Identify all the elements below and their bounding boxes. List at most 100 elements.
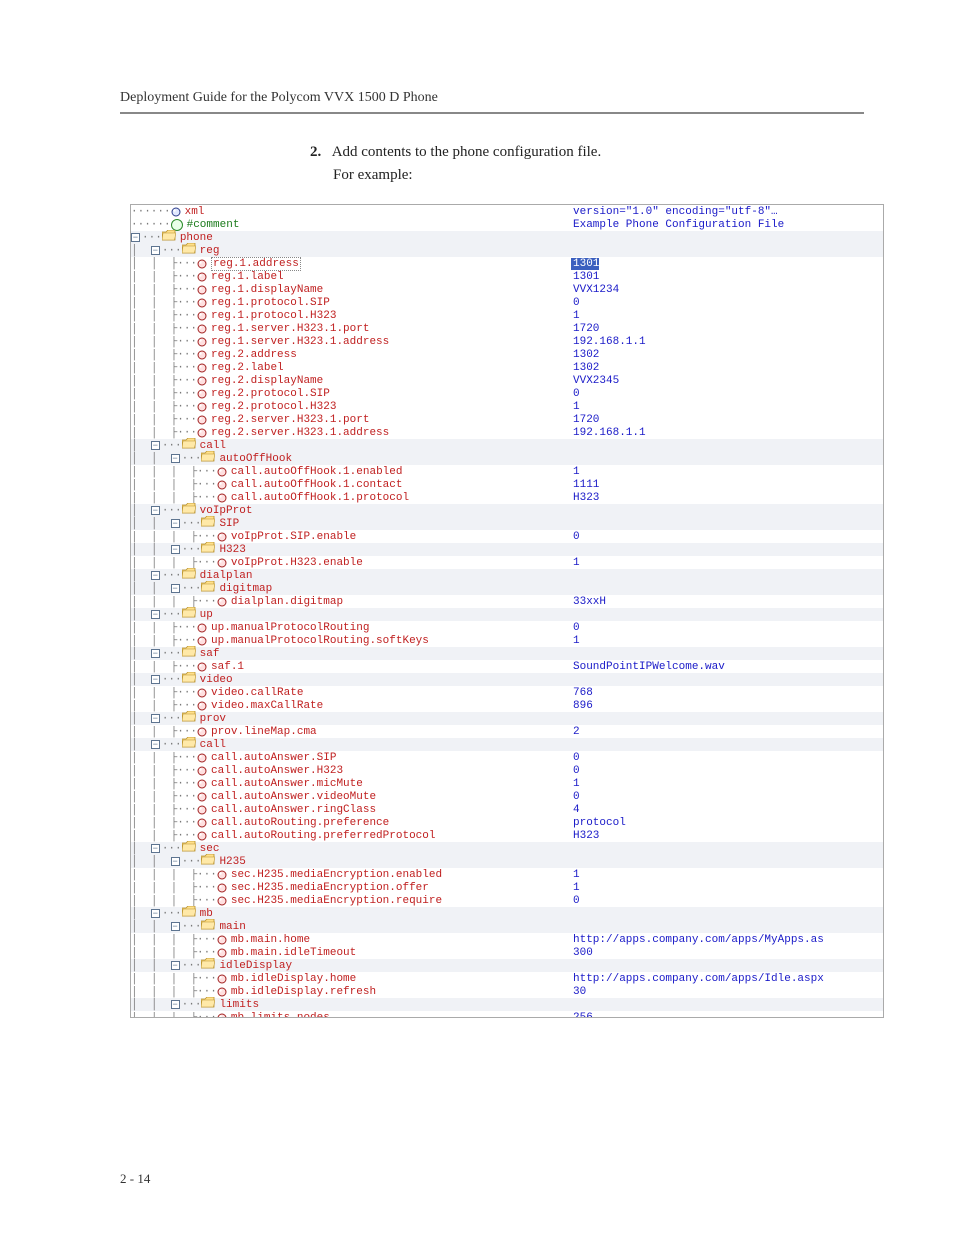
- tree-row[interactable]: │ │ ├···call.autoAnswer.H3230: [131, 764, 883, 777]
- tree-row[interactable]: │ │ │ ├···mb.main.homehttp://apps.compan…: [131, 933, 883, 946]
- tree-label: #comment: [187, 219, 240, 231]
- collapse-toggle-icon[interactable]: −: [151, 909, 160, 918]
- example-text: For example:: [333, 167, 864, 184]
- tree-row[interactable]: │ │ │ ├···call.autoOffHook.1.contact1111: [131, 478, 883, 491]
- collapse-toggle-icon[interactable]: −: [151, 441, 160, 450]
- tree-row[interactable]: │ │ ├···reg.2.server.H323.1.port1720: [131, 413, 883, 426]
- collapse-toggle-icon[interactable]: −: [151, 571, 160, 580]
- attribute-icon: [217, 935, 227, 945]
- tree-row[interactable]: │ │ ├···reg.2.label1302: [131, 361, 883, 374]
- tree-row[interactable]: │ −···prov: [131, 712, 883, 725]
- xml-decl-icon: [171, 207, 181, 217]
- tree-value: 30: [571, 986, 586, 998]
- attribute-icon: [197, 428, 207, 438]
- tree-row[interactable]: │ │ −···H323: [131, 543, 883, 556]
- collapse-toggle-icon[interactable]: −: [151, 506, 160, 515]
- tree-row[interactable]: │ │ ├···reg.2.protocol.SIP0: [131, 387, 883, 400]
- folder-icon: [201, 451, 215, 466]
- tree-row[interactable]: ······xmlversion="1.0" encoding="utf-8"…: [131, 205, 883, 218]
- tree-row[interactable]: │ │ ├···reg.1.address1301: [131, 257, 883, 270]
- attribute-icon: [197, 623, 207, 633]
- tree-row[interactable]: │ │ ├···call.autoAnswer.SIP0: [131, 751, 883, 764]
- tree-row[interactable]: │ │ ├···reg.1.protocol.H3231: [131, 309, 883, 322]
- collapse-toggle-icon[interactable]: −: [171, 857, 180, 866]
- tree-row[interactable]: │ │ │ ├···mb.limits.nodes256: [131, 1011, 883, 1018]
- tree-value: 1: [571, 557, 580, 569]
- tree-label: reg.2.label: [211, 362, 284, 374]
- tree-row[interactable]: │ │ −···SIP: [131, 517, 883, 530]
- tree-value: VVX2345: [571, 375, 619, 387]
- tree-row[interactable]: │ │ ├···reg.2.protocol.H3231: [131, 400, 883, 413]
- tree-row[interactable]: │ │ ├···reg.1.displayNameVVX1234: [131, 283, 883, 296]
- tree-label: idleDisplay: [219, 960, 292, 972]
- tree-label: saf: [200, 648, 220, 660]
- tree-label: sec.H235.mediaEncryption.offer: [231, 882, 429, 894]
- collapse-toggle-icon[interactable]: −: [171, 961, 180, 970]
- folder-icon: [201, 997, 215, 1012]
- attribute-icon: [197, 389, 207, 399]
- tree-row[interactable]: │ −···call: [131, 738, 883, 751]
- attribute-icon: [217, 558, 227, 568]
- tree-label: mb.idleDisplay.refresh: [231, 986, 376, 998]
- tree-row[interactable]: │ │ ├···reg.1.server.H323.1.address192.1…: [131, 335, 883, 348]
- tree-row[interactable]: │ │ ├···reg.2.address1302: [131, 348, 883, 361]
- collapse-toggle-icon[interactable]: −: [151, 844, 160, 853]
- tree-row[interactable]: │ │ ├···reg.1.label1301: [131, 270, 883, 283]
- tree-row[interactable]: │ │ ├···call.autoAnswer.micMute1: [131, 777, 883, 790]
- tree-label: sec: [200, 843, 220, 855]
- tree-row[interactable]: │ │ ├···reg.1.protocol.SIP0: [131, 296, 883, 309]
- tree-value: 1720: [571, 323, 599, 335]
- tree-row[interactable]: │ │ ├···call.autoRouting.preferenceproto…: [131, 816, 883, 829]
- tree-row[interactable]: │ │ −···autoOffHook: [131, 452, 883, 465]
- folder-icon: [201, 516, 215, 531]
- collapse-toggle-icon[interactable]: −: [171, 545, 180, 554]
- tree-row[interactable]: │ −···reg: [131, 244, 883, 257]
- tree-row[interactable]: │ −···video: [131, 673, 883, 686]
- collapse-toggle-icon[interactable]: −: [171, 519, 180, 528]
- tree-label: call.autoOffHook.1.contact: [231, 479, 403, 491]
- tree-label: call.autoOffHook.1.protocol: [231, 492, 409, 504]
- tree-row[interactable]: │ │ ├···video.callRate768: [131, 686, 883, 699]
- tree-row[interactable]: │ │ −···limits: [131, 998, 883, 1011]
- tree-label: call: [200, 739, 226, 751]
- tree-row[interactable]: │ │ −···main: [131, 920, 883, 933]
- tree-row[interactable]: │ │ │ ├···call.autoOffHook.1.enabled1: [131, 465, 883, 478]
- tree-row[interactable]: │ │ −···H235: [131, 855, 883, 868]
- tree-row[interactable]: │ │ ├···call.autoAnswer.videoMute0: [131, 790, 883, 803]
- tree-row[interactable]: │ │ │ ├···mb.idleDisplay.homehttp://apps…: [131, 972, 883, 985]
- folder-icon: [182, 646, 196, 661]
- collapse-toggle-icon[interactable]: −: [131, 233, 140, 242]
- tree-row[interactable]: │ │ ├···reg.1.server.H323.1.port1720: [131, 322, 883, 335]
- tree-label: dialplan.digitmap: [231, 596, 343, 608]
- tree-value: http://apps.company.com/apps/Idle.aspx: [571, 973, 824, 985]
- collapse-toggle-icon[interactable]: −: [151, 714, 160, 723]
- collapse-toggle-icon[interactable]: −: [151, 246, 160, 255]
- collapse-toggle-icon[interactable]: −: [171, 584, 180, 593]
- tree-label: call.autoAnswer.ringClass: [211, 804, 376, 816]
- tree-label: mb.main.home: [231, 934, 310, 946]
- tree-row[interactable]: │ │ │ ├···sec.H235.mediaEncryption.offer…: [131, 881, 883, 894]
- collapse-toggle-icon[interactable]: −: [151, 649, 160, 658]
- tree-row[interactable]: │ │ −···digitmap: [131, 582, 883, 595]
- attribute-icon: [217, 974, 227, 984]
- collapse-toggle-icon[interactable]: −: [171, 1000, 180, 1009]
- collapse-toggle-icon[interactable]: −: [151, 740, 160, 749]
- collapse-toggle-icon[interactable]: −: [171, 922, 180, 931]
- tree-row[interactable]: │ │ ├···up.manualProtocolRouting0: [131, 621, 883, 634]
- tree-label: reg.1.server.H323.1.address: [211, 336, 389, 348]
- tree-label: H323: [219, 544, 245, 556]
- tree-row[interactable]: │ │ │ ├···sec.H235.mediaEncryption.enabl…: [131, 868, 883, 881]
- attribute-icon: [197, 727, 207, 737]
- tree-row[interactable]: │ −···up: [131, 608, 883, 621]
- tree-row[interactable]: │ │ −···idleDisplay: [131, 959, 883, 972]
- collapse-toggle-icon[interactable]: −: [151, 610, 160, 619]
- collapse-toggle-icon[interactable]: −: [151, 675, 160, 684]
- doc-header-title: Deployment Guide for the Polycom VVX 150…: [120, 90, 864, 106]
- tree-row[interactable]: │ │ ├···call.autoAnswer.ringClass4: [131, 803, 883, 816]
- tree-value: 1301: [571, 258, 599, 270]
- tree-label: xml: [185, 206, 205, 218]
- tree-row[interactable]: │ −···saf: [131, 647, 883, 660]
- tree-value: 192.168.1.1: [571, 336, 646, 348]
- tree-row[interactable]: │ │ ├···reg.2.displayNameVVX2345: [131, 374, 883, 387]
- collapse-toggle-icon[interactable]: −: [171, 454, 180, 463]
